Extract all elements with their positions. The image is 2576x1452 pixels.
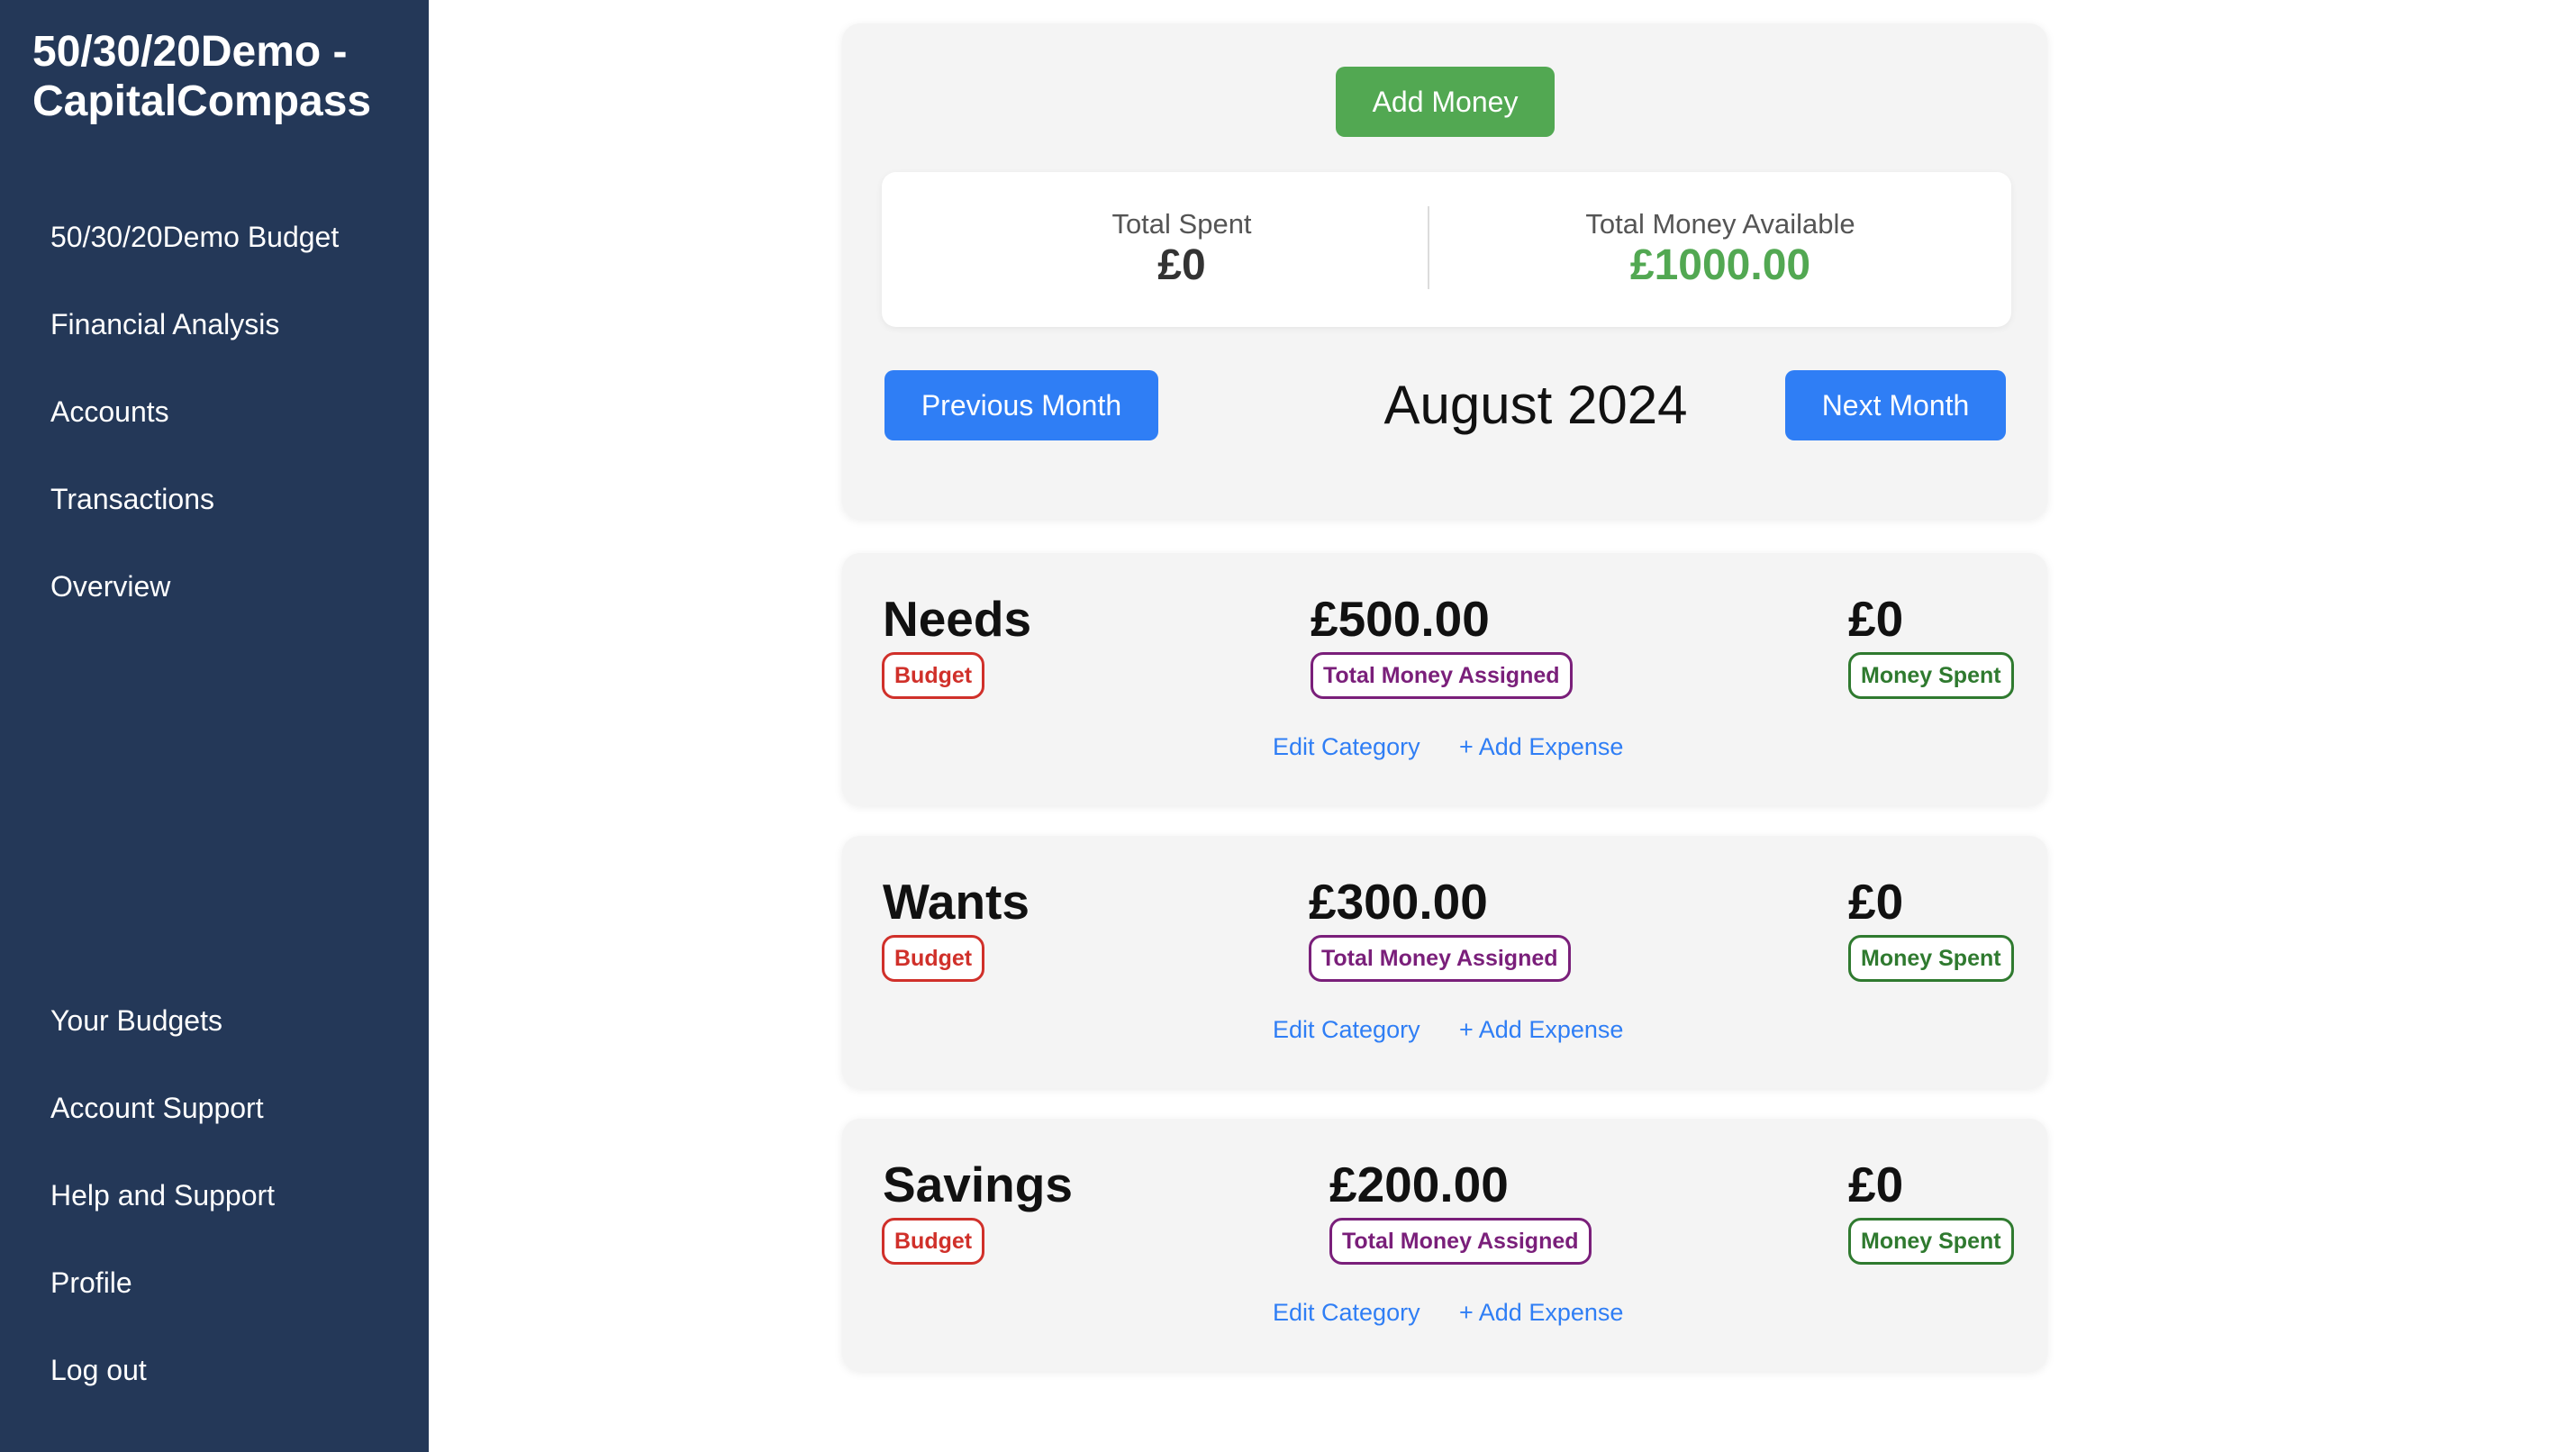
category-spent-amount: £0 xyxy=(1848,1157,1904,1212)
assigned-badge: Total Money Assigned xyxy=(1329,1218,1592,1265)
total-available-label: Total Money Available xyxy=(1585,208,1855,240)
category-card-wants: Wants Budget £300.00 Total Money Assigne… xyxy=(842,836,2047,1088)
budget-badge: Budget xyxy=(882,652,985,699)
current-month-label: August 2024 xyxy=(1383,375,1688,435)
budget-badge: Budget xyxy=(882,935,985,982)
total-spent-stat: Total Spent £0 xyxy=(882,208,1482,291)
category-spent-amount: £0 xyxy=(1848,874,1904,930)
totals-card: Total Spent £0 Total Money Available £10… xyxy=(882,172,2011,327)
category-assigned-amount: £300.00 xyxy=(1309,874,1488,930)
sidebar-item-budget[interactable]: 50/30/20Demo Budget xyxy=(50,219,339,255)
category-name: Needs xyxy=(883,591,1032,647)
category-assigned-amount: £500.00 xyxy=(1311,591,1490,647)
category-card-needs: Needs Budget £500.00 Total Money Assigne… xyxy=(842,553,2047,805)
sidebar-item-account-support[interactable]: Account Support xyxy=(50,1090,264,1126)
category-name: Savings xyxy=(883,1157,1073,1212)
category-name: Wants xyxy=(883,874,1029,930)
spent-badge: Money Spent xyxy=(1848,935,2014,982)
sidebar: 50/30/20Demo - CapitalCompass 50/30/20De… xyxy=(0,0,429,1452)
spent-badge: Money Spent xyxy=(1848,652,2014,699)
total-available-value: £1000.00 xyxy=(1629,241,1811,289)
previous-month-button[interactable]: Previous Month xyxy=(884,370,1158,440)
sidebar-item-financial-analysis[interactable]: Financial Analysis xyxy=(50,306,279,342)
edit-category-link[interactable]: Edit Category xyxy=(1273,1297,1420,1328)
app-title: 50/30/20Demo - CapitalCompass xyxy=(32,28,372,125)
edit-category-link[interactable]: Edit Category xyxy=(1273,731,1420,762)
assigned-badge: Total Money Assigned xyxy=(1309,935,1571,982)
total-available-stat: Total Money Available £1000.00 xyxy=(1429,208,2011,291)
sidebar-item-profile[interactable]: Profile xyxy=(50,1265,132,1301)
add-expense-link[interactable]: + Add Expense xyxy=(1459,731,1623,762)
sidebar-item-help-support[interactable]: Help and Support xyxy=(50,1177,275,1213)
edit-category-link[interactable]: Edit Category xyxy=(1273,1014,1420,1045)
sidebar-item-your-budgets[interactable]: Your Budgets xyxy=(50,1003,222,1039)
category-spent-amount: £0 xyxy=(1848,591,1904,647)
budget-badge: Budget xyxy=(882,1218,985,1265)
add-expense-link[interactable]: + Add Expense xyxy=(1459,1014,1623,1045)
assigned-badge: Total Money Assigned xyxy=(1311,652,1573,699)
sidebar-item-overview[interactable]: Overview xyxy=(50,568,170,604)
category-assigned-amount: £200.00 xyxy=(1329,1157,1509,1212)
sidebar-item-transactions[interactable]: Transactions xyxy=(50,481,214,517)
sidebar-item-log-out[interactable]: Log out xyxy=(50,1352,147,1388)
sidebar-item-accounts[interactable]: Accounts xyxy=(50,394,169,430)
budget-summary-panel: Add Money Total Spent £0 Total Money Ava… xyxy=(842,23,2047,519)
app-root: 50/30/20Demo - CapitalCompass 50/30/20De… xyxy=(0,0,2576,1452)
category-card-savings: Savings Budget £200.00 Total Money Assig… xyxy=(842,1119,2047,1371)
next-month-button[interactable]: Next Month xyxy=(1785,370,2006,440)
total-spent-label: Total Spent xyxy=(1111,208,1252,240)
add-expense-link[interactable]: + Add Expense xyxy=(1459,1297,1623,1328)
total-spent-value: £0 xyxy=(1157,241,1206,289)
add-money-button[interactable]: Add Money xyxy=(1336,67,1555,137)
spent-badge: Money Spent xyxy=(1848,1218,2014,1265)
